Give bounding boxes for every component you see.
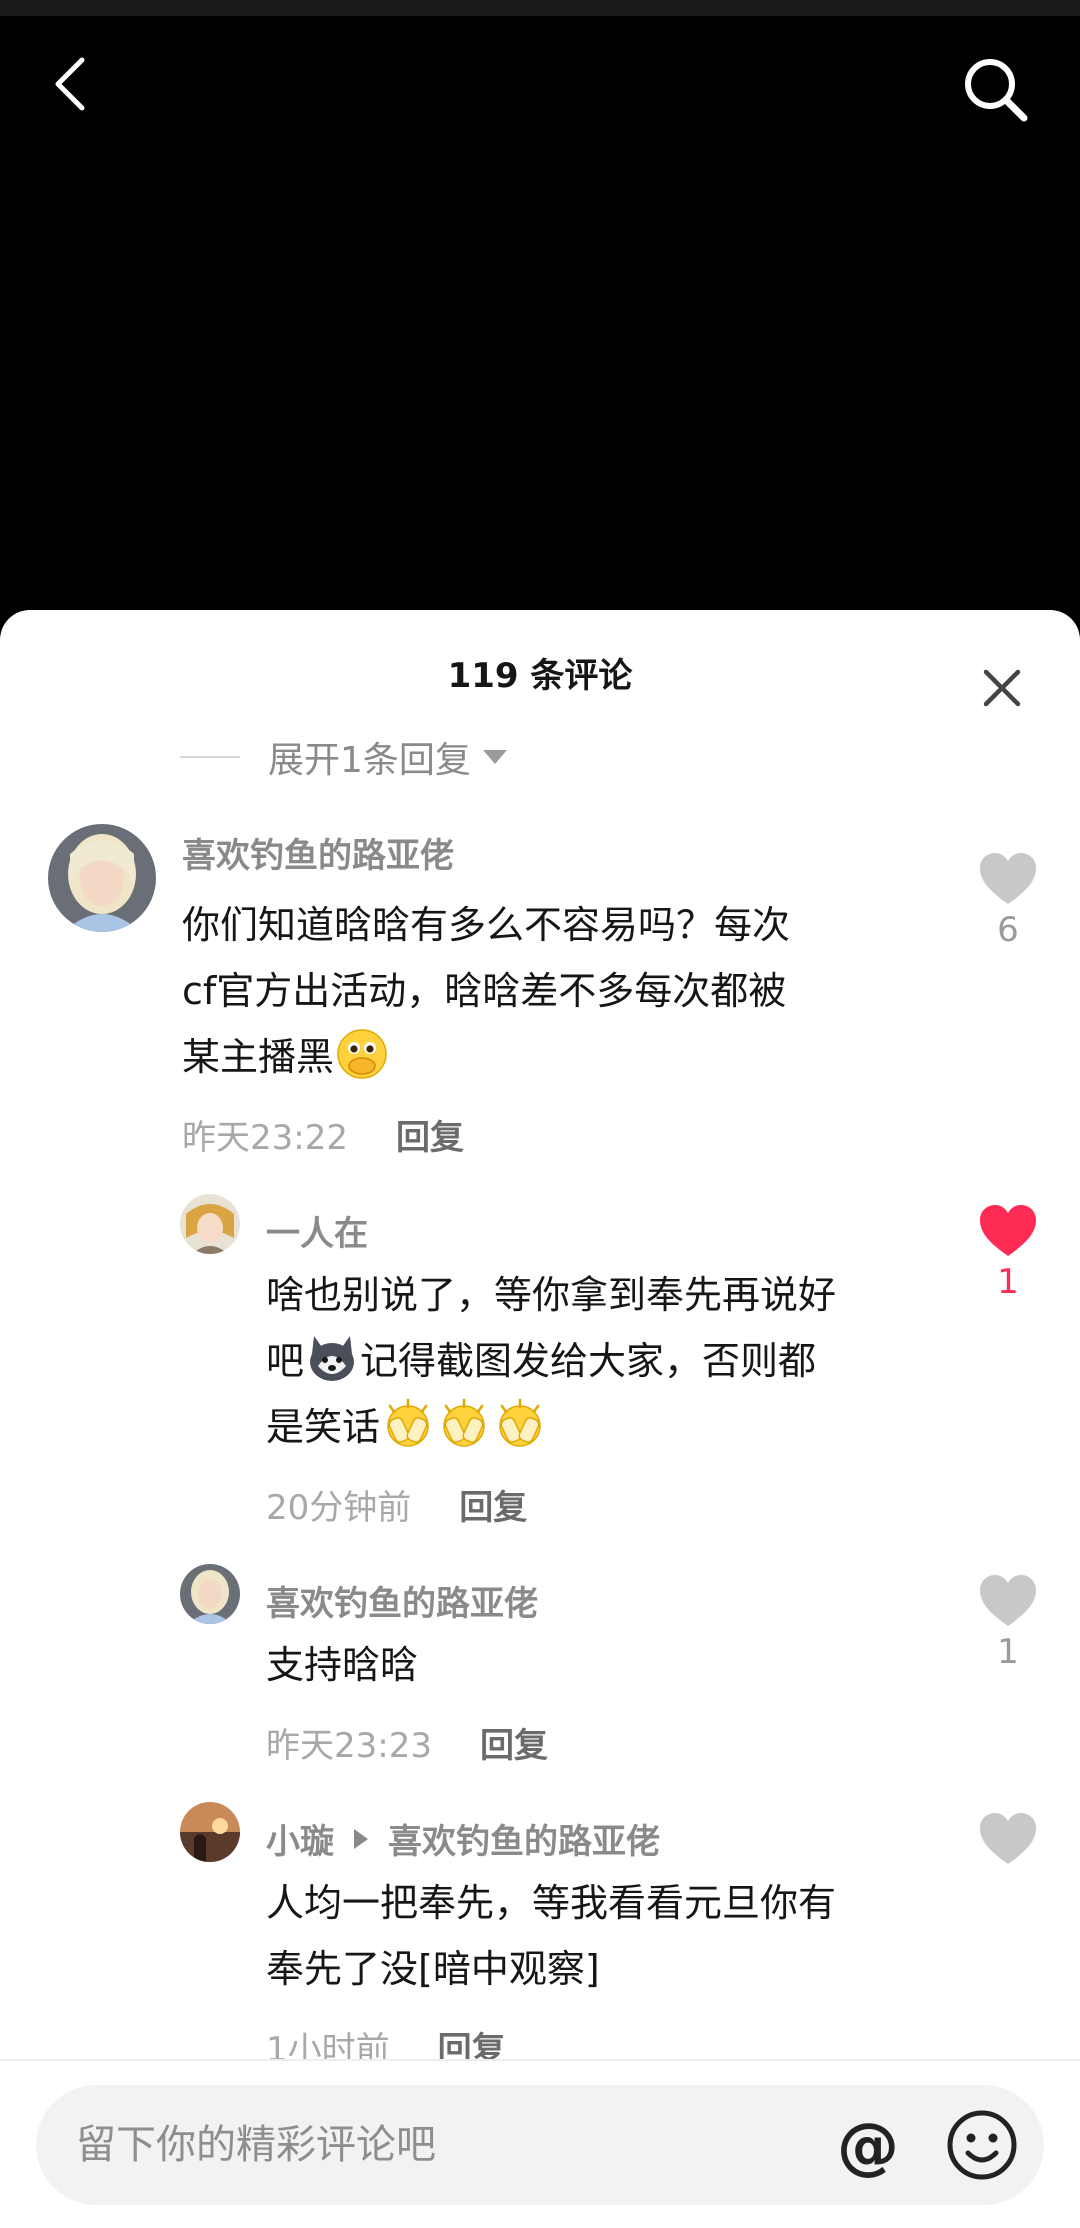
comment-text: 支持晗晗 [266,1632,956,1698]
comment-line: 奉先了没[暗中观察] [266,1947,600,1991]
like-count: 6 [997,910,1019,950]
comment-line: 你们知道晗晗有多么不容易吗？每次 [182,903,791,947]
comment-line: 支持晗晗 [266,1643,419,1687]
comment-line-text: 吧 [266,1339,305,1383]
mention-button[interactable]: @ [828,2105,908,2185]
like-count: 1 [997,1262,1019,1302]
like-button[interactable]: 1 [968,1574,1048,1672]
comment-line: cf官方出活动，晗晗差不多每次都被 [182,969,787,1013]
comment-time: 20分钟前 [266,1488,412,1528]
reply-button[interactable]: 回复 [480,1718,548,1767]
heart-icon [980,1813,1036,1864]
chevron-left-icon [55,57,85,111]
avatar[interactable] [48,824,156,932]
avatar-sunset-image [180,1802,240,1862]
comment-meta: 昨天23:22 回复 [182,1110,464,1159]
clapping-emoji [499,1398,541,1447]
like-button[interactable]: 6 [968,852,1048,950]
clapping-emoji [443,1398,485,1447]
comment-count-title: 119 条评论 [447,656,633,696]
avatar[interactable] [180,1802,240,1862]
close-icon [983,669,1021,707]
comment-line-text: 记得截图发给大家，否则都 [360,1339,817,1383]
comment-text: 人均一把奉先，等我看看元旦你有 奉先了没[暗中观察] [266,1870,956,2002]
like-count: 1 [997,1632,1019,1672]
comment-line-text: 是笑话 [266,1405,381,1449]
comment-text: 啥也别说了，等你拿到奉先再说好 吧 记得截图发给大家，否则都 是笑话 [266,1262,956,1460]
expand-replies-button[interactable]: 展开1条回复 [180,732,507,782]
back-button[interactable] [38,42,102,126]
expand-replies-label: 展开1条回复 [268,740,471,781]
username-label: 一人在 [266,1214,368,1254]
search-button[interactable] [952,46,1038,132]
status-bar [0,0,1080,16]
heart-icon [980,1205,1036,1256]
avatar-girl-image [180,1564,240,1624]
comment-line: 某主播黑 [182,1024,942,1090]
comment-username[interactable]: 喜欢钓鱼的路亚佬 [266,1576,538,1625]
comment-input-container: @ [36,2085,1044,2205]
heart-icon [980,1575,1036,1626]
reply-button[interactable]: 回复 [396,1110,464,1159]
avatar-anime-image [180,1194,240,1254]
avatar[interactable] [180,1564,240,1624]
comment-text: 你们知道晗晗有多么不容易吗？每次 cf官方出活动，晗晗差不多每次都被 某主播黑 [182,892,942,1090]
comment-time: 昨天23:23 [266,1726,432,1766]
caret-down-icon [482,750,507,764]
username-label: 喜欢钓鱼的路亚佬 [266,1584,538,1624]
divider-line [180,756,240,758]
username-label: 小璇 [266,1822,334,1862]
comment-username[interactable]: 小璇 喜欢钓鱼的路亚佬 [266,1814,660,1863]
comment-line: 是笑话 [266,1394,956,1460]
comment-line: 啥也别说了，等你拿到奉先再说好 [266,1273,837,1317]
heart-icon [980,853,1036,904]
username-label: 喜欢钓鱼的路亚佬 [182,836,454,876]
search-icon [965,59,1028,122]
avatar-girl-image [48,824,156,932]
reply-to-username[interactable]: 喜欢钓鱼的路亚佬 [388,1814,660,1863]
like-button[interactable] [968,1812,1048,1870]
comment-time: 昨天23:22 [182,1118,348,1158]
reply-to-arrow-icon [354,1828,368,1849]
comment-input[interactable] [76,2085,816,2205]
avatar[interactable] [180,1194,240,1254]
comments-sheet: 119 条评论 展开1条回复 喜欢钓鱼的路亚佬 你们知道晗晗有多么不容易吗？每次… [0,610,1080,2228]
close-button[interactable] [972,658,1032,718]
comment-username[interactable]: 喜欢钓鱼的路亚佬 [182,828,454,877]
husky-dog-emoji [310,1336,355,1381]
comment-meta: 20分钟前 回复 [266,1480,527,1529]
like-button[interactable]: 1 [968,1204,1048,1302]
clapping-emoji [387,1398,429,1447]
screen: 119 条评论 展开1条回复 喜欢钓鱼的路亚佬 你们知道晗晗有多么不容易吗？每次… [0,0,1080,2228]
comment-username[interactable]: 一人在 [266,1206,368,1255]
smiley-face-icon[interactable] [946,2109,1018,2181]
comment-meta: 昨天23:23 回复 [266,1718,548,1767]
comment-line: 人均一把奉先，等我看看元旦你有 [266,1881,837,1925]
comment-line-text: 某主播黑 [182,1035,335,1079]
reply-button[interactable]: 回复 [459,1480,527,1529]
comment-line: 吧 记得截图发给大家，否则都 [266,1328,956,1394]
covering-mouth-emoji [337,1029,387,1079]
comment-input-bar: @ [0,2059,1080,2228]
